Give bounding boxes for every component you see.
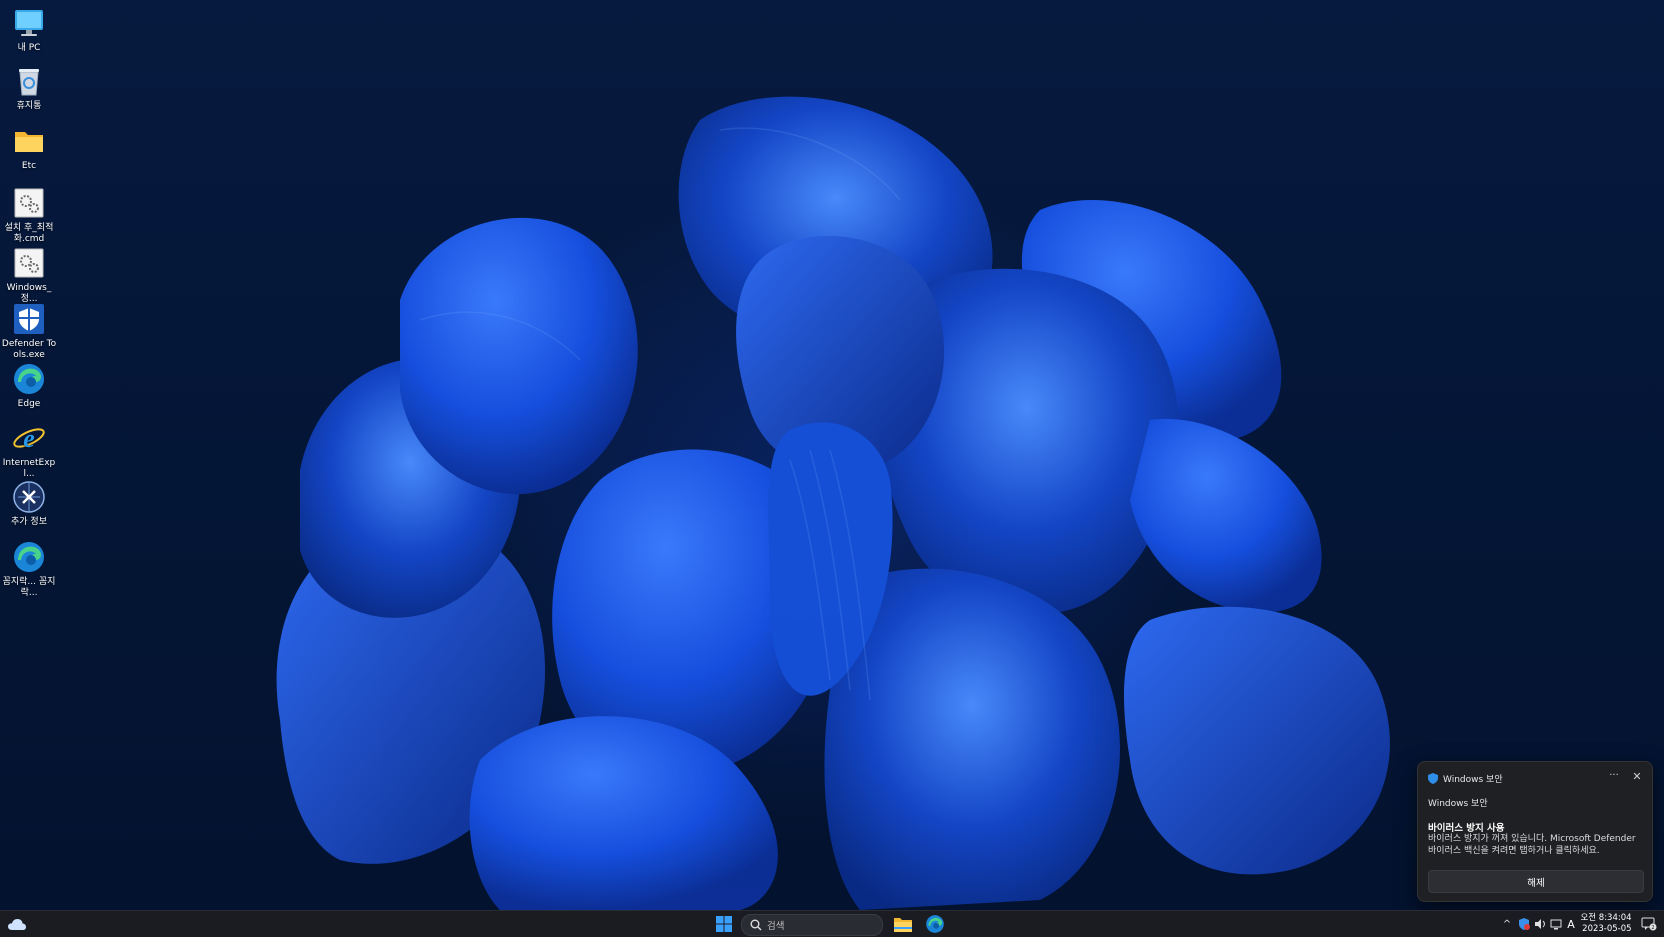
show-hidden-icons-chevron[interactable]: ^	[1500, 911, 1514, 937]
notification-center-button[interactable]: 2	[1638, 911, 1660, 937]
info-globe-icon	[13, 481, 45, 513]
clock-time: 오전 8:34:04	[1580, 913, 1632, 923]
taskbar-search-box[interactable]: 검색	[741, 914, 883, 936]
taskbar: 검색 ^ A 오전 8:34:04 2023-05-05 2	[0, 910, 1664, 937]
toast-title: 바이러스 방지 사용	[1428, 823, 1505, 834]
toast-app-name: Windows 보안	[1428, 799, 1488, 809]
recycle-bin-icon	[19, 69, 39, 96]
toast-header-title: Windows 보안	[1443, 775, 1503, 785]
security-tray-icon[interactable]	[1516, 911, 1532, 937]
volume-tray-icon[interactable]	[1532, 911, 1548, 937]
desktop-icon-label: 휴지통	[16, 101, 42, 111]
desktop: 내 PC 휴지통 Etc 설치 후_최적화.cmd Windows_정... D…	[0, 0, 1664, 910]
dismiss-button[interactable]: 해제	[1428, 870, 1644, 893]
folder-icon	[15, 132, 43, 152]
bloom-wallpaper	[276, 96, 1390, 910]
internet-explorer-icon: e	[13, 424, 45, 453]
desktop-icon-my-pc[interactable]: 내 PC	[0, 6, 58, 54]
notification-count: 2	[1651, 925, 1654, 931]
desktop-icon-edge-shortcut[interactable]: 꼼지락... 꼼지락...	[0, 540, 58, 599]
weather-widget[interactable]	[4, 911, 30, 937]
edge-icon	[926, 915, 944, 933]
desktop-icon-label: 내 PC	[17, 43, 41, 53]
toast-body-line: 바이러스 백신을 켜려면 탭하거나 클릭하세요.	[1428, 846, 1600, 856]
svg-text:e: e	[23, 424, 35, 453]
toast-header: Windows 보안	[1428, 772, 1503, 785]
desktop-icon-label: InternetExpl...	[2, 458, 56, 479]
desktop-icon-internet-explorer[interactable]: e InternetExpl...	[0, 421, 58, 480]
shield-icon	[1428, 773, 1438, 784]
clock[interactable]: 오전 8:34:04 2023-05-05	[1580, 911, 1632, 937]
close-icon[interactable]: ✕	[1630, 770, 1644, 784]
desktop-icon-etc-folder[interactable]: Etc	[0, 124, 58, 172]
search-placeholder: 검색	[767, 921, 785, 932]
search-icon	[750, 919, 762, 931]
desktop-icon-label: Defender Tools.exe	[1, 339, 57, 360]
edge-icon	[14, 542, 44, 572]
desktop-icon-label: 설치 후_최적화.cmd	[4, 223, 54, 244]
folder-icon	[894, 917, 912, 932]
desktop-icon-windows-script[interactable]: Windows_정...	[0, 246, 58, 305]
file-explorer-button[interactable]	[890, 911, 916, 937]
monitor-network-icon	[1550, 919, 1562, 929]
network-tray-icon[interactable]	[1548, 911, 1564, 937]
toast-body-line: 바이러스 방지가 꺼져 있습니다. Microsoft Defender	[1428, 834, 1636, 844]
desktop-icon-label: 꼼지락... 꼼지락...	[2, 577, 56, 598]
desktop-icon-optimize-cmd[interactable]: 설치 후_최적화.cmd	[0, 186, 58, 245]
start-button[interactable]	[711, 911, 737, 937]
desktop-icon-more-info[interactable]: 추가 정보	[0, 480, 58, 528]
desktop-icon-label: 추가 정보	[11, 517, 47, 527]
computer-icon	[15, 10, 43, 36]
desktop-icon-label: Edge	[17, 399, 41, 409]
ime-indicator[interactable]: A	[1564, 911, 1578, 937]
windows-logo-icon	[716, 916, 732, 932]
desktop-icon-defender-tools[interactable]: Defender Tools.exe	[0, 302, 58, 361]
cloud-icon	[8, 919, 26, 930]
defender-shield-icon	[14, 304, 44, 334]
shield-warning-icon	[1519, 918, 1530, 930]
edge-icon	[14, 364, 44, 394]
cmd-script-icon	[14, 188, 44, 218]
speaker-icon	[1535, 919, 1545, 929]
security-notification-toast[interactable]: Windows 보안 ··· ✕ Windows 보안 바이러스 방지 사용 바…	[1417, 761, 1653, 902]
notification-icon: 2	[1641, 917, 1657, 931]
cmd-script-icon	[14, 248, 44, 278]
more-options-button[interactable]: ···	[1606, 770, 1622, 784]
edge-taskbar-button[interactable]	[922, 911, 948, 937]
desktop-icon-recycle-bin[interactable]: 휴지통	[0, 64, 58, 112]
clock-date: 2023-05-05	[1582, 924, 1632, 934]
desktop-icon-edge[interactable]: Edge	[0, 362, 58, 410]
desktop-icon-label: Etc	[21, 161, 37, 171]
toast-body: 바이러스 방지가 꺼져 있습니다. Microsoft Defender 바이러…	[1428, 833, 1646, 857]
